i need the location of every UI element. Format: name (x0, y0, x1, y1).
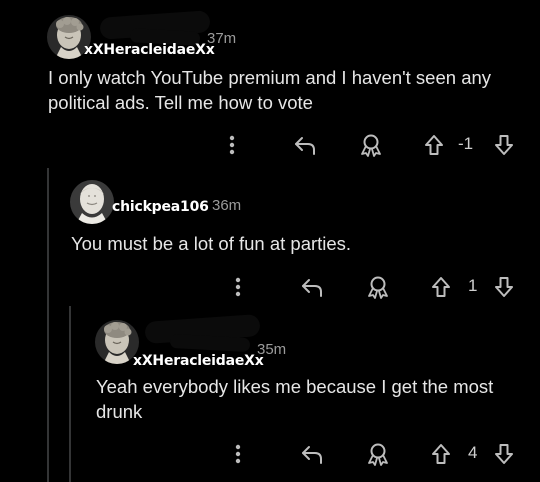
more-button[interactable] (222, 132, 242, 158)
comment-text: You must be a lot of fun at parties. (71, 233, 352, 254)
downvote-arrow-icon (495, 135, 513, 155)
award-ribbon-icon (368, 443, 388, 466)
timestamp: 35m (257, 341, 287, 358)
bust-statue-icon (70, 180, 114, 224)
award-button[interactable] (363, 441, 393, 467)
comment-text: Yeah everybody likes me because I get th… (96, 376, 499, 422)
more-button[interactable] (228, 274, 248, 300)
username[interactable]: xXHeracleidaeXx (84, 42, 215, 58)
avatar[interactable] (70, 180, 114, 224)
award-ribbon-icon (368, 276, 388, 299)
vote-score: -1 (458, 134, 474, 153)
comment-actions: 1 (226, 274, 520, 300)
more-button[interactable] (228, 441, 248, 467)
reply-button[interactable] (297, 441, 327, 467)
downvote-button[interactable] (492, 441, 516, 467)
comment-actions: -1 (220, 132, 520, 158)
upvote-arrow-icon (425, 135, 443, 155)
downvote-button[interactable] (492, 274, 516, 300)
timestamp: 37m (207, 30, 237, 47)
downvote-arrow-icon (495, 444, 513, 464)
timestamp: 36m (212, 197, 242, 214)
upvote-arrow-icon (432, 444, 450, 464)
reply-button[interactable] (297, 274, 327, 300)
upvote-button[interactable] (429, 274, 453, 300)
reply-button[interactable] (290, 132, 320, 158)
comment-text: I only watch YouTube premium and I haven… (48, 67, 497, 113)
vote-score: 4 (468, 443, 478, 462)
comment-actions: 4 (226, 441, 520, 467)
more-vertical-icon (229, 135, 235, 155)
reply-arrow-icon (302, 279, 322, 297)
username[interactable]: xXHeracleidaeXx (133, 353, 264, 369)
thread-line-level-2[interactable] (69, 306, 71, 482)
upvote-button[interactable] (422, 132, 446, 158)
more-vertical-icon (235, 277, 241, 297)
reply-arrow-icon (302, 446, 322, 464)
upvote-arrow-icon (432, 277, 450, 297)
more-vertical-icon (235, 444, 241, 464)
downvote-button[interactable] (492, 132, 516, 158)
downvote-arrow-icon (495, 277, 513, 297)
username[interactable]: chickpea106 (112, 199, 209, 215)
vote-score: 1 (468, 276, 478, 295)
reply-arrow-icon (295, 137, 315, 155)
award-button[interactable] (363, 274, 393, 300)
award-button[interactable] (356, 132, 386, 158)
upvote-button[interactable] (429, 441, 453, 467)
award-ribbon-icon (361, 134, 381, 157)
thread-line-level-1[interactable] (47, 168, 49, 482)
redaction-scribble (169, 333, 251, 353)
